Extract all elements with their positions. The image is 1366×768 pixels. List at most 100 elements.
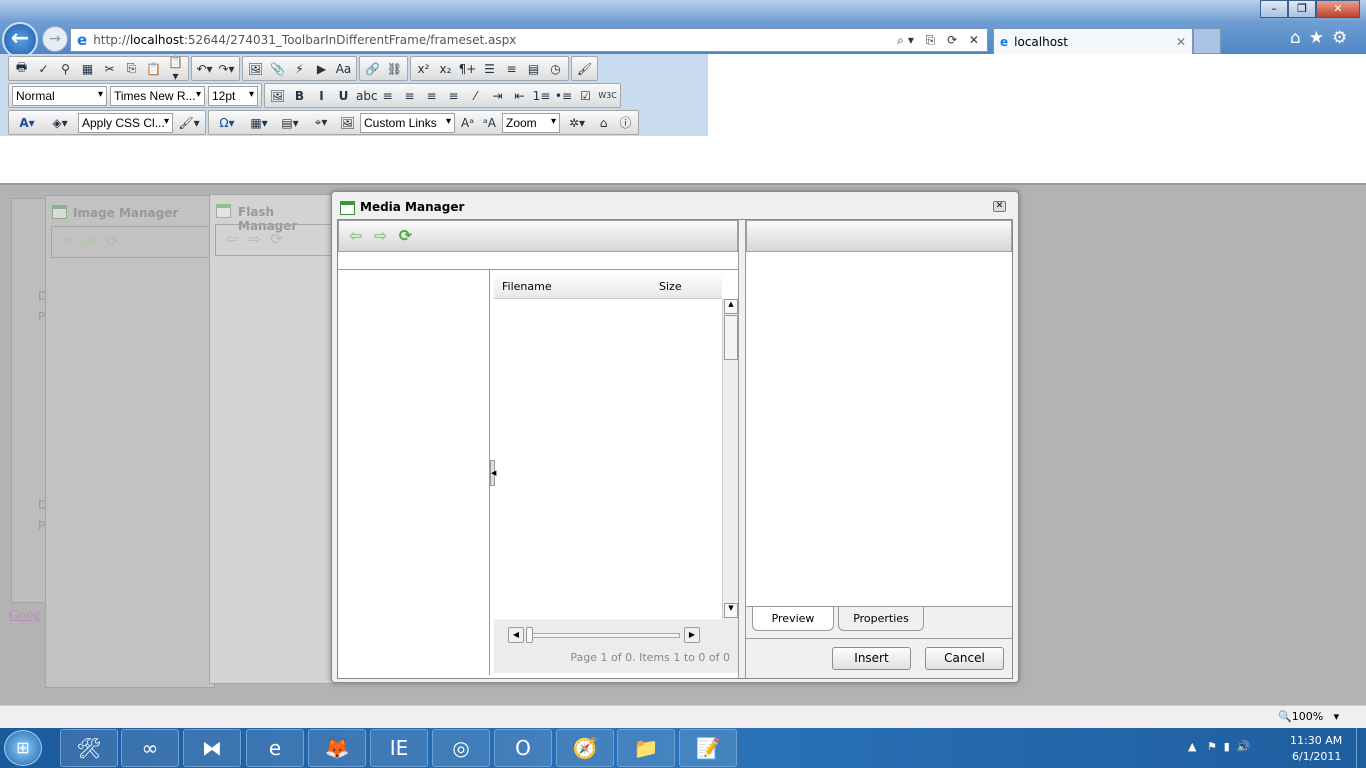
show-desktop-button[interactable] xyxy=(1356,728,1366,768)
pager-prev-button[interactable]: ◀ xyxy=(508,627,524,643)
toolbar-button-icon[interactable]: ¶+ xyxy=(458,62,477,76)
toolbar-button-icon[interactable]: ↷▾ xyxy=(217,62,236,76)
toolbar-button-icon[interactable]: ▤ xyxy=(524,62,543,76)
vertical-scrollbar[interactable]: ▲ ▼ xyxy=(722,299,738,619)
cancel-button[interactable]: Cancel xyxy=(925,647,1004,670)
toolbar-button-icon[interactable]: ⚡ xyxy=(290,62,309,76)
clock-date[interactable]: 6/1/2011 xyxy=(1292,750,1341,763)
taskbar-app-button[interactable]: 🦊 xyxy=(308,729,366,767)
insert-snippet-icon[interactable]: ⌖▾ xyxy=(307,115,335,130)
toolbar-button-icon[interactable]: 📎 xyxy=(268,62,287,76)
special-characters-icon[interactable]: Ω▾ xyxy=(212,116,242,130)
column-size[interactable]: Size xyxy=(659,280,682,293)
toolbar-button-icon[interactable]: ↶▾ xyxy=(195,62,214,76)
taskbar-app-button[interactable]: 📁 xyxy=(617,729,675,767)
refresh-icon[interactable]: ⟳ xyxy=(399,226,412,245)
toolbar-button-icon[interactable]: Aa xyxy=(334,62,353,76)
pager-slider[interactable] xyxy=(526,633,680,638)
font-name-select[interactable]: Times New R... xyxy=(110,85,205,106)
toolbar-button-icon[interactable]: ◷ xyxy=(546,62,565,76)
uppercase-icon[interactable]: Aᵃ xyxy=(458,116,477,130)
toolbar-button-icon[interactable]: 📋▾ xyxy=(166,55,185,83)
clock-time[interactable]: 11:30 AM xyxy=(1290,734,1342,747)
tab-properties[interactable]: Properties xyxy=(838,607,924,631)
address-bar[interactable]: e http://localhost:52644/274031_ToolbarI… xyxy=(70,28,988,52)
insert-list-icon[interactable]: ▤▾ xyxy=(276,116,304,130)
close-button[interactable]: ✕ xyxy=(1316,0,1360,18)
toolbar-button-icon[interactable]: x₂ xyxy=(436,62,455,76)
splitter-collapse-handle[interactable]: ◀ xyxy=(490,460,496,486)
back-button[interactable]: ← xyxy=(2,22,38,58)
start-button[interactable]: ⊞ xyxy=(4,730,42,766)
taskbar-app-button[interactable]: e xyxy=(246,729,304,767)
toolbar-button-icon[interactable]: 📋 xyxy=(144,62,163,76)
back-arrow-icon[interactable]: ⇦ xyxy=(349,226,362,245)
toolbar-button-icon[interactable]: ✂ xyxy=(100,62,119,76)
forward-button[interactable]: → xyxy=(42,26,68,52)
new-tab-button[interactable] xyxy=(1193,28,1221,54)
toolbar-button-icon[interactable]: 🖼 xyxy=(246,62,265,76)
gear-icon[interactable]: ⚙ xyxy=(1332,28,1347,48)
taskbar-app-button[interactable]: ⧓ xyxy=(183,729,241,767)
format-button-icon[interactable]: ≡ xyxy=(378,89,397,103)
toolbar-button-icon[interactable]: ▶ xyxy=(312,62,331,76)
fore-color-icon[interactable]: A▾ xyxy=(12,116,42,130)
toolbar-button-icon[interactable]: ☰ xyxy=(480,62,499,76)
toolbar-button-icon[interactable]: 🖌 xyxy=(575,62,594,76)
close-icon[interactable]: ✕ xyxy=(993,201,1006,212)
browser-tab[interactable]: e localhost ✕ xyxy=(993,28,1193,54)
format-button-icon[interactable]: ⁄ xyxy=(466,89,485,103)
home-icon[interactable]: ⌂ xyxy=(1290,28,1301,48)
maximize-button[interactable]: ❐ xyxy=(1288,0,1316,18)
about-icon[interactable]: ⓘ xyxy=(616,114,635,131)
format-button-icon[interactable]: W3C xyxy=(598,91,617,100)
custom-links-select[interactable]: Custom Links xyxy=(360,112,455,133)
format-button-icon[interactable]: ⇤ xyxy=(510,89,529,103)
toggle-icon[interactable]: ⌂ xyxy=(594,116,613,130)
image-icon[interactable]: 🖼 xyxy=(268,89,287,103)
taskbar-app-button[interactable]: ∞ xyxy=(121,729,179,767)
format-button-icon[interactable]: ☑ xyxy=(576,89,595,103)
css-class-select[interactable]: Apply CSS Cl... xyxy=(78,112,173,133)
zoom-control[interactable]: 🔍100% ▾ xyxy=(1278,710,1339,723)
pager-next-button[interactable]: ▶ xyxy=(684,627,700,643)
taskbar-app-button[interactable]: 🛠 xyxy=(60,729,118,767)
format-button-icon[interactable]: ⇥ xyxy=(488,89,507,103)
pager-slider-thumb[interactable] xyxy=(526,627,533,643)
paragraph-style-select[interactable]: Normal xyxy=(12,85,107,106)
toolbar-button-icon[interactable]: 🔗 xyxy=(363,62,382,76)
taskbar-app-button[interactable]: ◎ xyxy=(432,729,490,767)
format-button-icon[interactable]: I xyxy=(312,89,331,103)
tray-icons[interactable]: ▲ ⚑ ▮ 🔊 xyxy=(1188,740,1251,753)
insert-table-icon[interactable]: ▦▾ xyxy=(245,116,273,130)
format-button-icon[interactable]: 1≡ xyxy=(532,89,551,103)
close-tab-icon[interactable]: ✕ xyxy=(1176,35,1186,49)
image-map-icon[interactable]: 🖼 xyxy=(338,116,357,130)
toolbar-button-icon[interactable]: ⛓ xyxy=(385,62,404,76)
zoom-select[interactable]: Zoom xyxy=(502,112,560,133)
toolbar-button-icon[interactable]: ≡ xyxy=(502,62,521,76)
format-button-icon[interactable]: ≡ xyxy=(422,89,441,103)
toolbar-button-icon[interactable]: ⚲ xyxy=(56,62,75,76)
taskbar-app-button[interactable]: 🧭 xyxy=(556,729,614,767)
taskbar-app-button[interactable]: IE xyxy=(370,729,428,767)
format-button-icon[interactable]: •≡ xyxy=(554,89,573,103)
font-size-select[interactable]: 12pt xyxy=(208,85,258,106)
search-refresh-stop-icons[interactable]: ⌕▾ ⎘ ⟳ ✕ xyxy=(897,33,983,48)
forward-arrow-icon[interactable]: ⇨ xyxy=(374,226,387,245)
modules-icon[interactable]: ✲▾ xyxy=(563,116,591,130)
format-button-icon[interactable]: ≡ xyxy=(444,89,463,103)
toolbar-button-icon[interactable]: ▦ xyxy=(78,62,97,76)
insert-button[interactable]: Insert xyxy=(832,647,911,670)
toolbar-button-icon[interactable]: 🖶 xyxy=(12,58,31,79)
format-button-icon[interactable]: ≡ xyxy=(400,89,419,103)
favorites-star-icon[interactable]: ★ xyxy=(1309,28,1324,48)
toolbar-button-icon[interactable]: ⎘ xyxy=(122,61,141,76)
toolbar-button-icon[interactable]: ✓ xyxy=(34,62,53,76)
format-button-icon[interactable]: U xyxy=(334,89,353,103)
format-button-icon[interactable]: B xyxy=(290,89,309,103)
lowercase-icon[interactable]: ᵃA xyxy=(480,116,499,130)
taskbar-app-button[interactable]: 📝 xyxy=(679,729,737,767)
tab-preview[interactable]: Preview xyxy=(752,607,834,631)
format-stripper-icon[interactable]: 🖌▾ xyxy=(176,116,202,130)
